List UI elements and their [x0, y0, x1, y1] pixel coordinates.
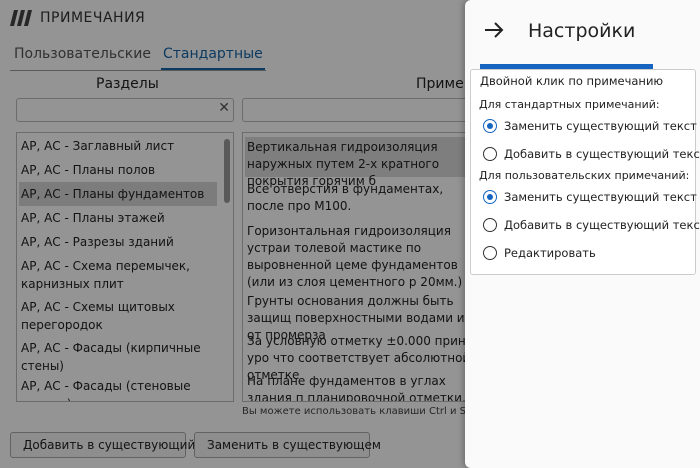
settings-panel: Настройки Двойной клик по примечанию Для…: [465, 0, 700, 468]
radio-label: Заменить существующий текст: [504, 119, 697, 133]
radio-checked-icon: [483, 190, 497, 204]
double-click-settings-card: Двойной клик по примечанию Для стандартн…: [470, 69, 700, 275]
radio-unchecked-icon: [483, 246, 497, 260]
radio-label: Редактировать: [504, 246, 596, 260]
standard-group-caption: Для стандартных примечаний:: [479, 98, 660, 111]
custom-group-caption: Для пользовательских примечаний:: [479, 169, 690, 182]
radio-label: Заменить существующий текст: [504, 190, 697, 204]
radio-unchecked-icon: [483, 147, 497, 161]
arrow-right-icon[interactable]: [483, 19, 505, 41]
settings-title: Настройки: [528, 20, 636, 42]
card-caption: Двойной клик по примечанию: [480, 74, 664, 88]
radio-checked-icon: [483, 119, 497, 133]
radio-label: Добавить в существующий текст: [504, 147, 700, 161]
radio-unchecked-icon: [483, 218, 497, 232]
radio-label: Добавить в существующий текст: [504, 218, 700, 232]
